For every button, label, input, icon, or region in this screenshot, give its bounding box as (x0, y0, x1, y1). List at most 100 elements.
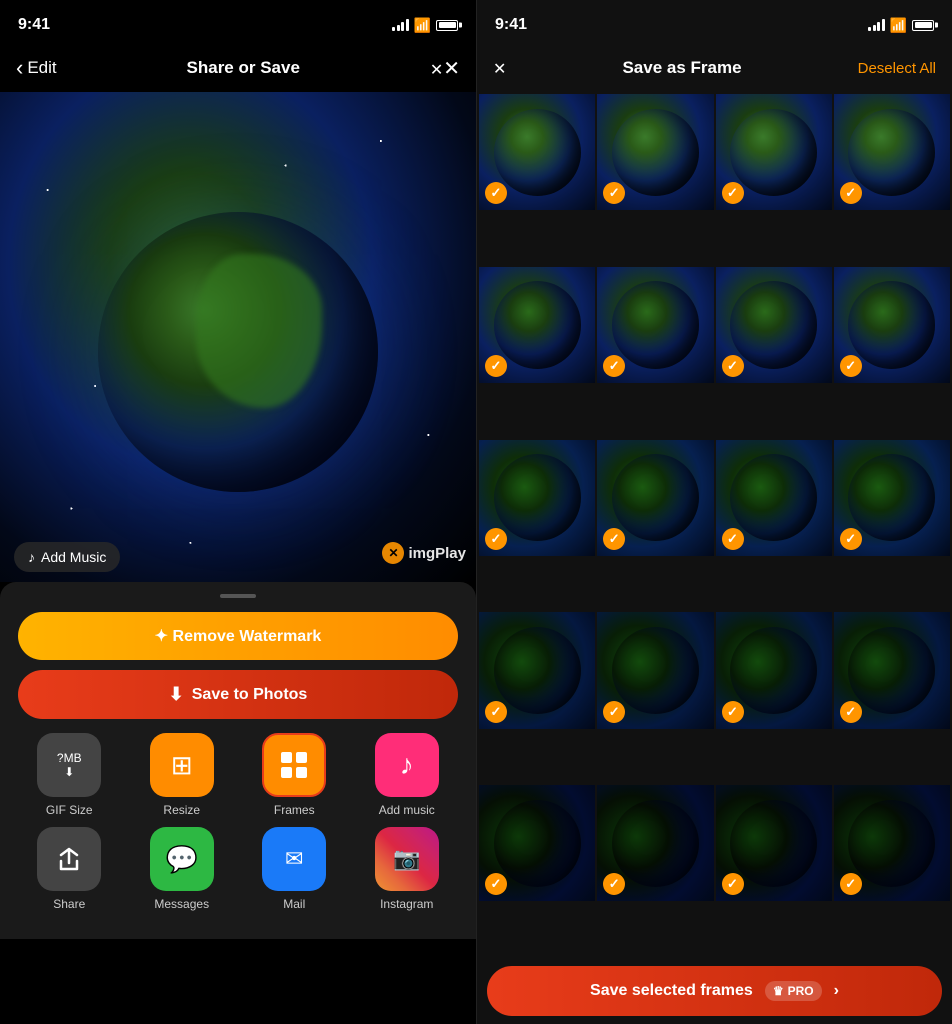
frame-thumb[interactable]: ✓ (479, 440, 595, 556)
back-label: Edit (27, 58, 56, 78)
frame-thumb[interactable]: ✓ (716, 94, 832, 210)
check-badge: ✓ (603, 528, 625, 550)
watermark: ✕ imgPlay (382, 542, 466, 564)
nav-bar-left: Edit Share or Save ✕ (0, 44, 476, 92)
battery-icon-right (912, 20, 934, 31)
deselect-all-button[interactable]: Deselect All (858, 60, 936, 77)
frame-thumb[interactable]: ✓ (834, 612, 950, 728)
save-to-photos-button[interactable]: ⬇ Save to Photos (18, 670, 458, 719)
status-bar-right: 9:41 📶 (477, 0, 952, 44)
action-grid: ?MB⬇ GIF Size ⊞ Resize (18, 733, 458, 911)
frame-thumb[interactable]: ✓ (479, 267, 595, 383)
watermark-text: imgPlay (408, 545, 466, 562)
frame-thumb[interactable]: ✓ (716, 440, 832, 556)
check-badge: ✓ (840, 528, 862, 550)
check-badge: ✓ (603, 701, 625, 723)
share-icon (37, 827, 101, 891)
time-left: 9:41 (18, 16, 50, 34)
mail-icon: ✉ (262, 827, 326, 891)
frame-thumb[interactable]: ✓ (716, 785, 832, 901)
frame-thumb[interactable]: ✓ (597, 440, 713, 556)
mail-icon-symbol: ✉ (285, 846, 303, 872)
left-panel: 9:41 📶 Edit Share or Save ✕ (0, 0, 476, 1024)
add-music-icon: ♪ (375, 733, 439, 797)
messages-label: Messages (154, 897, 209, 911)
sheet-handle (220, 594, 256, 598)
check-badge: ✓ (485, 528, 507, 550)
close-button-right[interactable] (493, 57, 506, 80)
resize-label: Resize (163, 803, 200, 817)
share-arrow-icon (55, 845, 83, 873)
frame-thumb[interactable]: ✓ (597, 94, 713, 210)
resize-icon: ⊞ (150, 733, 214, 797)
resize-icon-symbol: ⊞ (171, 750, 193, 781)
frame-thumb[interactable]: ✓ (597, 785, 713, 901)
mail-label: Mail (283, 897, 305, 911)
add-music-item[interactable]: ♪ Add music (356, 733, 459, 817)
remove-watermark-button[interactable]: ✦ Remove Watermark (18, 612, 458, 660)
mail-item[interactable]: ✉ Mail (243, 827, 346, 911)
status-icons-left: 📶 (392, 17, 458, 34)
frame-thumb[interactable]: ✓ (479, 785, 595, 901)
close-button-left[interactable]: ✕ (430, 56, 460, 81)
frames-icon (262, 733, 326, 797)
check-badge: ✓ (722, 355, 744, 377)
check-badge: ✓ (840, 182, 862, 204)
remove-watermark-label: ✦ Remove Watermark (155, 626, 322, 646)
check-badge: ✓ (840, 701, 862, 723)
save-photos-label: Save to Photos (192, 686, 308, 704)
instagram-label: Instagram (380, 897, 433, 911)
watermark-x-icon: ✕ (382, 542, 404, 564)
frame-thumb[interactable]: ✓ (716, 612, 832, 728)
instagram-icon: 📷 (375, 827, 439, 891)
frames-grid-icon (278, 749, 310, 781)
gif-icon-label: ?MB⬇ (57, 751, 82, 780)
frame-thumb[interactable]: ✓ (834, 94, 950, 210)
frames-item[interactable]: Frames (243, 733, 346, 817)
frame-thumb[interactable]: ✓ (834, 267, 950, 383)
music-icon-symbol: ♪ (400, 749, 414, 781)
frame-thumb[interactable]: ✓ (479, 94, 595, 210)
download-icon: ⬇ (169, 684, 184, 705)
status-icons-right: 📶 (868, 17, 934, 34)
wifi-icon-right: 📶 (890, 17, 907, 34)
crown-icon: ♛ (773, 984, 784, 998)
music-note-icon: ♪ (28, 549, 35, 565)
save-selected-frames-button[interactable]: Save selected frames ♛ PRO › (487, 966, 942, 1016)
resize-item[interactable]: ⊞ Resize (131, 733, 234, 817)
share-label: Share (53, 897, 85, 911)
check-badge: ✓ (840, 355, 862, 377)
check-badge: ✓ (722, 873, 744, 895)
share-item[interactable]: Share (18, 827, 121, 911)
frame-thumb[interactable]: ✓ (479, 612, 595, 728)
battery-icon (436, 20, 458, 31)
frames-grid: ✓ ✓ ✓ ✓ ✓ ✓ ✓ ✓ ✓ ✓ ✓ ✓ ✓ ✓ ✓ ✓ ✓ ✓ ✓ ✓ (477, 92, 952, 958)
continent (196, 254, 322, 408)
signal-icon (392, 19, 409, 31)
frame-thumb[interactable]: ✓ (716, 267, 832, 383)
gif-size-item[interactable]: ?MB⬇ GIF Size (18, 733, 121, 817)
messages-item[interactable]: 💬 Messages (131, 827, 234, 911)
frames-label: Frames (274, 803, 315, 817)
messages-icon-symbol: 💬 (166, 844, 198, 875)
frame-thumb[interactable]: ✓ (597, 612, 713, 728)
gif-size-label: GIF Size (46, 803, 93, 817)
chevron-right-icon: › (834, 982, 839, 1000)
add-music-button[interactable]: ♪ Add Music (14, 542, 120, 572)
signal-icon-right (868, 19, 885, 31)
check-badge: ✓ (722, 182, 744, 204)
frame-thumb[interactable]: ✓ (834, 785, 950, 901)
frame-thumb[interactable]: ✓ (834, 440, 950, 556)
time-right: 9:41 (495, 16, 527, 34)
check-badge: ✓ (485, 701, 507, 723)
wifi-icon: 📶 (414, 17, 431, 34)
frame-thumb[interactable]: ✓ (597, 267, 713, 383)
earth-globe (98, 212, 378, 492)
right-panel: 9:41 📶 Save as Frame Deselect All ✓ ✓ ✓ … (476, 0, 952, 1024)
back-button[interactable]: Edit (16, 57, 57, 80)
check-badge: ✓ (485, 355, 507, 377)
check-badge: ✓ (722, 701, 744, 723)
video-preview: ♪ Add Music ✕ imgPlay (0, 92, 476, 582)
instagram-item[interactable]: 📷 Instagram (356, 827, 459, 911)
page-title-right: Save as Frame (622, 58, 741, 78)
